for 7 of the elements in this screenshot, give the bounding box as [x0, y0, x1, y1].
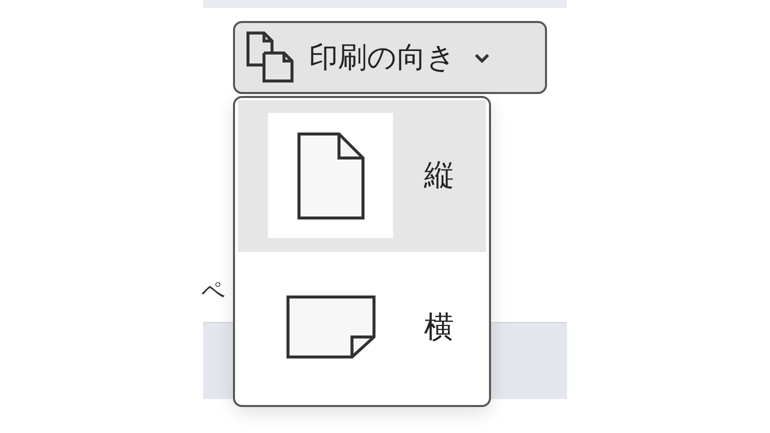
orientation-option[interactable]: 縦 — [238, 100, 486, 252]
landscape-page-icon — [286, 295, 376, 360]
orientation-dropdown-button[interactable]: 印刷の向き — [233, 21, 547, 94]
portrait-page-icon — [296, 132, 364, 220]
chevron-down-icon — [474, 52, 490, 62]
page-text: ペ — [201, 280, 227, 304]
orientation-option[interactable]: 横 — [238, 252, 486, 403]
